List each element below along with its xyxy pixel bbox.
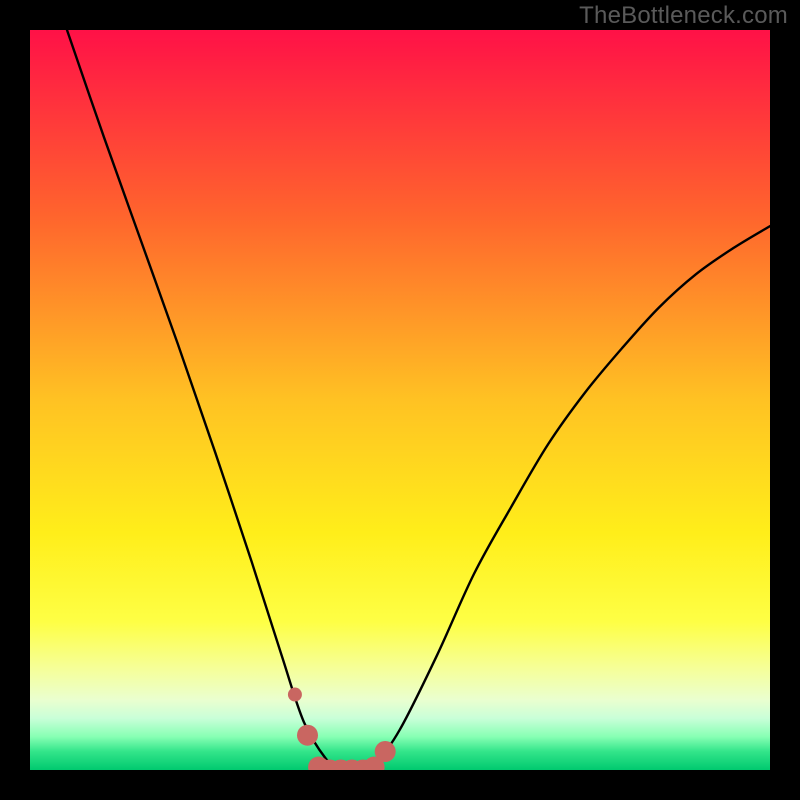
watermark-text: TheBottleneck.com xyxy=(579,2,788,30)
plot-area xyxy=(30,30,770,770)
gradient-background xyxy=(30,30,770,770)
chart-outer-frame: TheBottleneck.com xyxy=(0,0,800,800)
